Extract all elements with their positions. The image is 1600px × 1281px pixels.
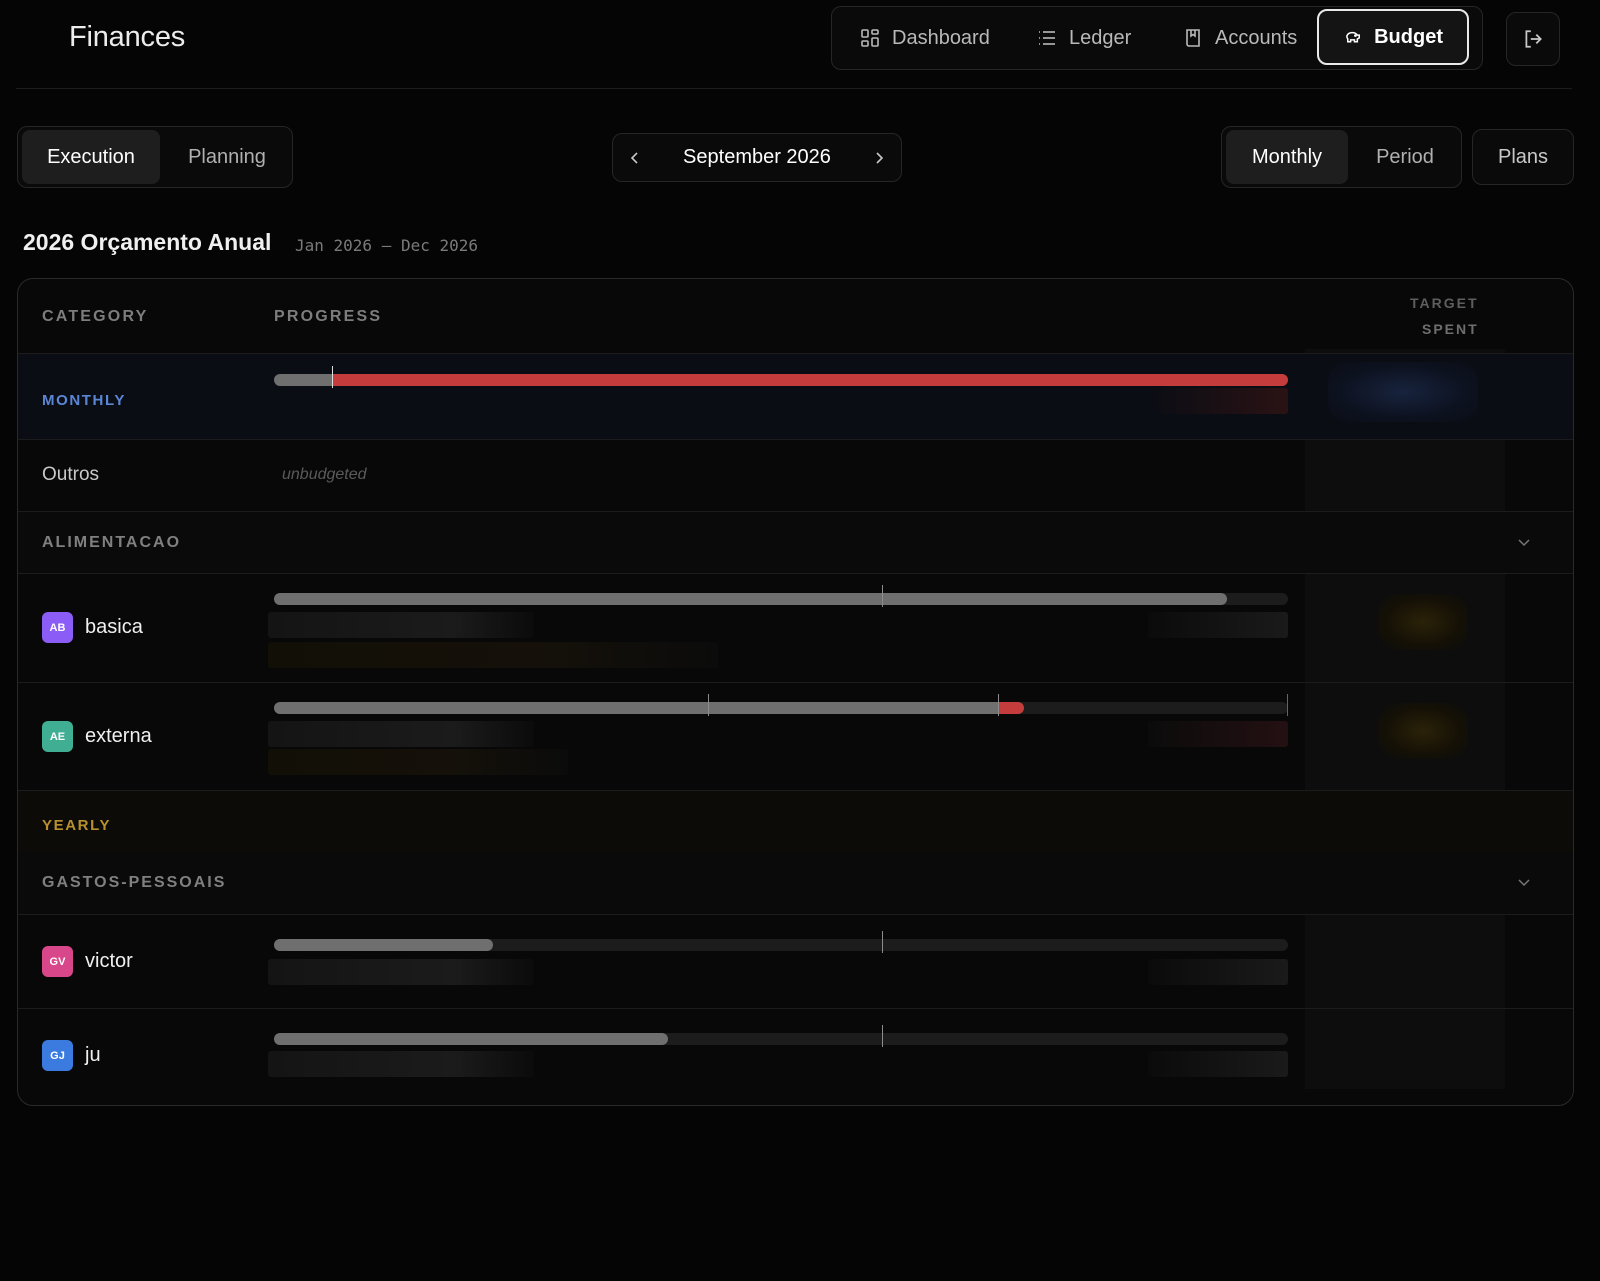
- externa-progress-fill: [274, 702, 999, 714]
- tab-execution[interactable]: Execution: [22, 130, 160, 184]
- monthly-progress-base: [274, 374, 332, 386]
- monthly-budget-marker: [332, 366, 333, 388]
- item-basica: AB basica: [42, 612, 143, 643]
- nav-budget[interactable]: Budget: [1317, 9, 1469, 65]
- table-row-basica[interactable]: AB basica: [18, 573, 1573, 683]
- header-target: TARGET: [1410, 295, 1479, 311]
- unbudgeted-note: unbudgeted: [282, 466, 367, 483]
- avatar: AE: [42, 721, 73, 752]
- month-selector: September 2026: [612, 133, 902, 182]
- ju-budget-marker: [882, 1025, 883, 1047]
- redacted-note: [268, 642, 718, 668]
- group-row-monthly: MONTHLY: [18, 353, 1573, 440]
- category-label-gastos-pessoais: GASTOS-PESSOAIS: [42, 874, 227, 891]
- avatar: GJ: [42, 1040, 73, 1071]
- header-category: CATEGORY: [42, 308, 149, 325]
- nav-ledger[interactable]: Ledger: [1037, 7, 1131, 69]
- plans-button[interactable]: Plans: [1472, 129, 1574, 185]
- plan-date-range: Jan 2026 — Dec 2026: [295, 236, 479, 255]
- mode-tabs: Execution Planning: [17, 126, 293, 188]
- book-icon: [1186, 29, 1200, 47]
- externa-marker-1: [708, 694, 709, 716]
- externa-marker-2: [998, 694, 999, 716]
- chevron-down-icon[interactable]: [1516, 874, 1532, 890]
- redacted-note: [268, 749, 568, 775]
- grid-icon: [861, 29, 879, 47]
- externa-progress-overspend: [999, 702, 1024, 714]
- nav-accounts[interactable]: Accounts: [1183, 7, 1297, 69]
- category-name-outros: Outros: [42, 464, 100, 485]
- monthly-progress-bar: [274, 366, 1288, 388]
- monthly-amount-redacted: [1148, 388, 1288, 414]
- group-row-yearly: YEARLY: [18, 790, 1573, 853]
- chevron-left-icon: [630, 151, 638, 164]
- tab-period[interactable]: Period: [1352, 130, 1458, 184]
- victor-progress-bar: [274, 931, 1288, 953]
- redacted-amount: [1148, 959, 1288, 985]
- basica-progress-bar: [274, 585, 1288, 607]
- table-row-outros[interactable]: Outros unbudgeted: [18, 439, 1573, 512]
- redacted-amount: [1148, 612, 1288, 638]
- monthly-target-redacted: [1328, 362, 1478, 422]
- avatar: GV: [42, 946, 73, 977]
- basica-budget-marker: [882, 585, 883, 607]
- redacted-amount: [1148, 721, 1288, 747]
- ju-progress-fill: [274, 1033, 668, 1045]
- item-victor: GV victor: [42, 946, 133, 977]
- redacted-amount: [268, 721, 534, 747]
- next-month-button[interactable]: [857, 134, 901, 181]
- budget-table: CATEGORY PROGRESS TARGET SPENT MONTHLY O…: [17, 278, 1574, 1106]
- externa-progress-bar: [274, 694, 1288, 716]
- nav-dashboard[interactable]: Dashboard: [860, 7, 990, 69]
- group-label-monthly: MONTHLY: [42, 392, 126, 409]
- nav-accounts-label: Accounts: [1215, 26, 1298, 49]
- item-name: victor: [85, 950, 133, 972]
- redacted-target: [1378, 703, 1468, 759]
- chevron-down-icon[interactable]: [1516, 534, 1532, 550]
- basica-progress-fill: [274, 593, 1227, 605]
- logout-button[interactable]: [1506, 12, 1560, 66]
- main-nav: Dashboard Ledger Accounts Budget: [831, 6, 1483, 70]
- category-row-alimentacao[interactable]: ALIMENTACAO: [18, 511, 1573, 574]
- list-icon: [1039, 31, 1055, 45]
- nav-ledger-label: Ledger: [1069, 26, 1132, 49]
- item-ju: GJ ju: [42, 1040, 101, 1071]
- current-month: September 2026: [683, 146, 831, 168]
- tab-planning[interactable]: Planning: [164, 130, 290, 184]
- item-name: basica: [85, 616, 143, 638]
- piggy-bank-icon: [1346, 31, 1361, 43]
- table-row-victor[interactable]: GV victor: [18, 914, 1573, 1009]
- logout-icon: [1525, 30, 1542, 48]
- redacted-target: [1378, 594, 1468, 650]
- redacted-amount: [268, 959, 534, 985]
- table-row-externa[interactable]: AE externa: [18, 682, 1573, 791]
- category-row-gastos-pessoais[interactable]: GASTOS-PESSOAIS: [18, 852, 1573, 914]
- prev-month-button[interactable]: [613, 134, 657, 181]
- plan-title: 2026 Orçamento Anual: [23, 229, 272, 255]
- category-label-alimentacao: ALIMENTACAO: [42, 534, 182, 551]
- externa-end-marker: [1287, 694, 1288, 716]
- victor-budget-marker: [882, 931, 883, 953]
- item-externa: AE externa: [42, 721, 152, 752]
- redacted-amount: [268, 1051, 534, 1077]
- redacted-amount: [268, 612, 534, 638]
- header-spent: SPENT: [1422, 321, 1479, 337]
- item-name: ju: [85, 1044, 101, 1066]
- ju-progress-bar: [274, 1025, 1288, 1047]
- tab-monthly[interactable]: Monthly: [1226, 130, 1348, 184]
- monthly-progress-overspend: [332, 374, 1288, 386]
- nav-dashboard-label: Dashboard: [892, 26, 990, 49]
- redacted-amount: [1148, 1051, 1288, 1077]
- app-title: Finances: [69, 21, 186, 53]
- view-tabs: Monthly Period: [1221, 126, 1462, 188]
- item-name: externa: [85, 725, 152, 747]
- chevron-right-icon: [876, 151, 884, 164]
- group-label-yearly: YEARLY: [42, 817, 112, 834]
- avatar: AB: [42, 612, 73, 643]
- table-row-ju[interactable]: GJ ju: [18, 1008, 1573, 1103]
- header-progress: PROGRESS: [274, 308, 383, 325]
- nav-budget-label: Budget: [1374, 25, 1443, 48]
- victor-progress-fill: [274, 939, 493, 951]
